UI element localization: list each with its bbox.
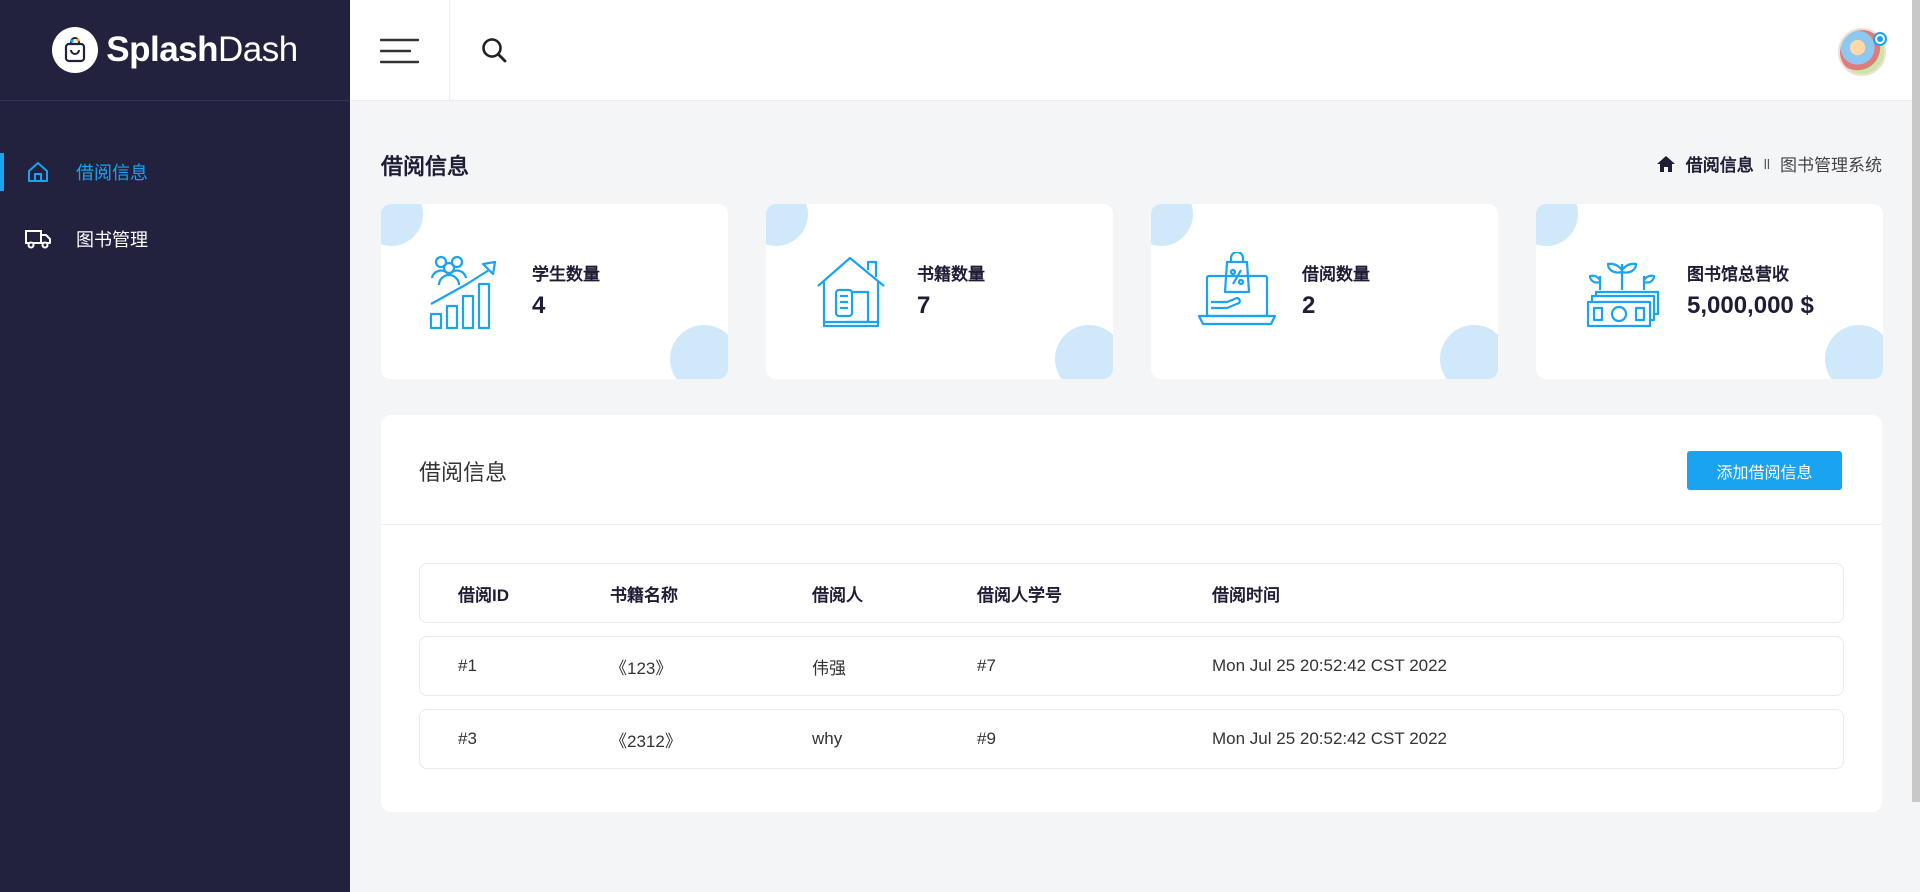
- column-header-book-name[interactable]: 书籍名称: [610, 581, 812, 606]
- home-icon: [24, 158, 52, 186]
- stat-value: 7: [917, 292, 931, 319]
- top-header: [350, 0, 1920, 101]
- stat-card-borrows: 借阅数量 2: [1151, 204, 1498, 379]
- stat-label: 学生数量: [532, 265, 600, 284]
- stat-cards: 学生数量 4 书籍数量 7 借阅数量 2 图书馆总营收 5,000,000 $: [381, 204, 1883, 379]
- sidebar: SplashDash 借阅信息 图书管理: [0, 0, 350, 892]
- sidebar-item-label: 图书管理: [76, 230, 148, 250]
- table-row[interactable]: #1 《123》 伟强 #7 Mon Jul 25 20:52:42 CST 2…: [419, 636, 1844, 696]
- home-icon[interactable]: [1656, 155, 1676, 173]
- search-button[interactable]: [480, 36, 510, 66]
- book-house-icon: [817, 256, 885, 328]
- truck-icon: [24, 225, 52, 253]
- cell-student-id: #7: [977, 656, 996, 675]
- breadcrumb-separator: ll: [1763, 155, 1770, 172]
- sidebar-item-label: 借阅信息: [76, 163, 148, 183]
- cell-borrow-time: Mon Jul 25 20:52:42 CST 2022: [1212, 729, 1448, 748]
- search-icon: [482, 38, 507, 63]
- decorative-blob: [1151, 204, 1193, 246]
- stat-value: 4: [532, 292, 546, 319]
- shopping-bag-logo-icon: [52, 27, 99, 73]
- borrow-table: 借阅ID 书籍名称 借阅人 借阅人学号 借阅时间 #1 《123》 伟强 #7 …: [419, 563, 1844, 782]
- stat-card-students: 学生数量 4: [381, 204, 728, 379]
- stat-value: 5,000,000 $: [1687, 292, 1814, 319]
- brand-name: SplashDash: [106, 30, 298, 70]
- cell-borrower: 伟强: [812, 658, 846, 678]
- laptop-shopping-icon: [1197, 252, 1277, 326]
- cell-student-id: #9: [977, 729, 996, 748]
- breadcrumb-current[interactable]: 借阅信息: [1686, 151, 1754, 176]
- money-plant-icon: [1586, 262, 1660, 328]
- stat-label: 书籍数量: [917, 265, 985, 284]
- brand-name-light: Dash: [218, 30, 298, 69]
- cell-book-name: 《2312》: [610, 731, 682, 751]
- column-header-borrower[interactable]: 借阅人: [812, 581, 977, 606]
- decorative-blob: [766, 204, 808, 246]
- decorative-blob: [381, 204, 423, 246]
- column-header-borrow-id[interactable]: 借阅ID: [420, 581, 610, 606]
- cell-borrow-time: Mon Jul 25 20:52:42 CST 2022: [1212, 656, 1448, 675]
- stat-label: 借阅数量: [1302, 265, 1370, 284]
- stat-label: 图书馆总营收: [1687, 265, 1789, 284]
- cell-borrower: why: [812, 729, 843, 748]
- decorative-blob: [1825, 325, 1883, 379]
- table-header-row: 借阅ID 书籍名称 借阅人 借阅人学号 借阅时间: [419, 563, 1844, 623]
- add-borrow-info-button[interactable]: 添加借阅信息: [1687, 451, 1842, 490]
- sidebar-item-book-management[interactable]: 图书管理: [0, 218, 350, 260]
- column-header-student-id[interactable]: 借阅人学号: [977, 581, 1212, 606]
- breadcrumb-system[interactable]: 图书管理系统: [1780, 151, 1882, 176]
- page-title: 借阅信息: [381, 154, 470, 179]
- panel-title: 借阅信息: [419, 460, 508, 485]
- decorative-blob: [1055, 325, 1113, 379]
- sidebar-item-borrow-info[interactable]: 借阅信息: [0, 151, 350, 193]
- table-row[interactable]: #3 《2312》 why #9 Mon Jul 25 20:52:42 CST…: [419, 709, 1844, 769]
- brand-name-bold: Splash: [106, 30, 219, 69]
- stat-card-revenue: 图书馆总营收 5,000,000 $: [1536, 204, 1883, 379]
- students-growth-icon: [429, 255, 497, 330]
- panel-header: 借阅信息 添加借阅信息: [381, 415, 1882, 525]
- decorative-blob: [670, 325, 728, 379]
- column-header-borrow-time[interactable]: 借阅时间: [1212, 581, 1843, 606]
- cell-borrow-id: #1: [458, 656, 477, 675]
- hamburger-menu-button[interactable]: [350, 0, 450, 101]
- brand[interactable]: SplashDash: [0, 0, 350, 101]
- stat-card-books: 书籍数量 7: [766, 204, 1113, 379]
- sidebar-nav: 借阅信息 图书管理: [0, 151, 350, 260]
- page-scrollbar[interactable]: [1912, 0, 1920, 802]
- breadcrumb: 借阅信息 ll 图书管理系统: [1656, 151, 1882, 176]
- cell-borrow-id: #3: [458, 729, 477, 748]
- cell-book-name: 《123》: [610, 658, 673, 678]
- online-status-indicator: [1873, 32, 1887, 46]
- borrow-info-panel: 借阅信息 添加借阅信息 借阅ID 书籍名称 借阅人 借阅人学号 借阅时间 #1 …: [381, 415, 1882, 812]
- decorative-blob: [1536, 204, 1578, 246]
- hamburger-menu-icon: [379, 38, 419, 63]
- stat-value: 2: [1302, 292, 1316, 319]
- decorative-blob: [1440, 325, 1498, 379]
